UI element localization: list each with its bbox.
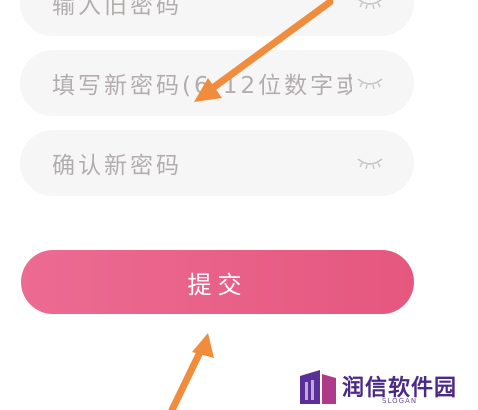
arrow-down-left-icon — [194, 0, 334, 102]
annotation-arrows — [168, 0, 334, 410]
arrow-up-icon — [168, 333, 214, 410]
watermark: 润信软件园 SLOGAN — [296, 366, 476, 410]
runxin-logo-icon — [300, 370, 336, 404]
watermark-slogan: SLOGAN — [382, 397, 418, 405]
